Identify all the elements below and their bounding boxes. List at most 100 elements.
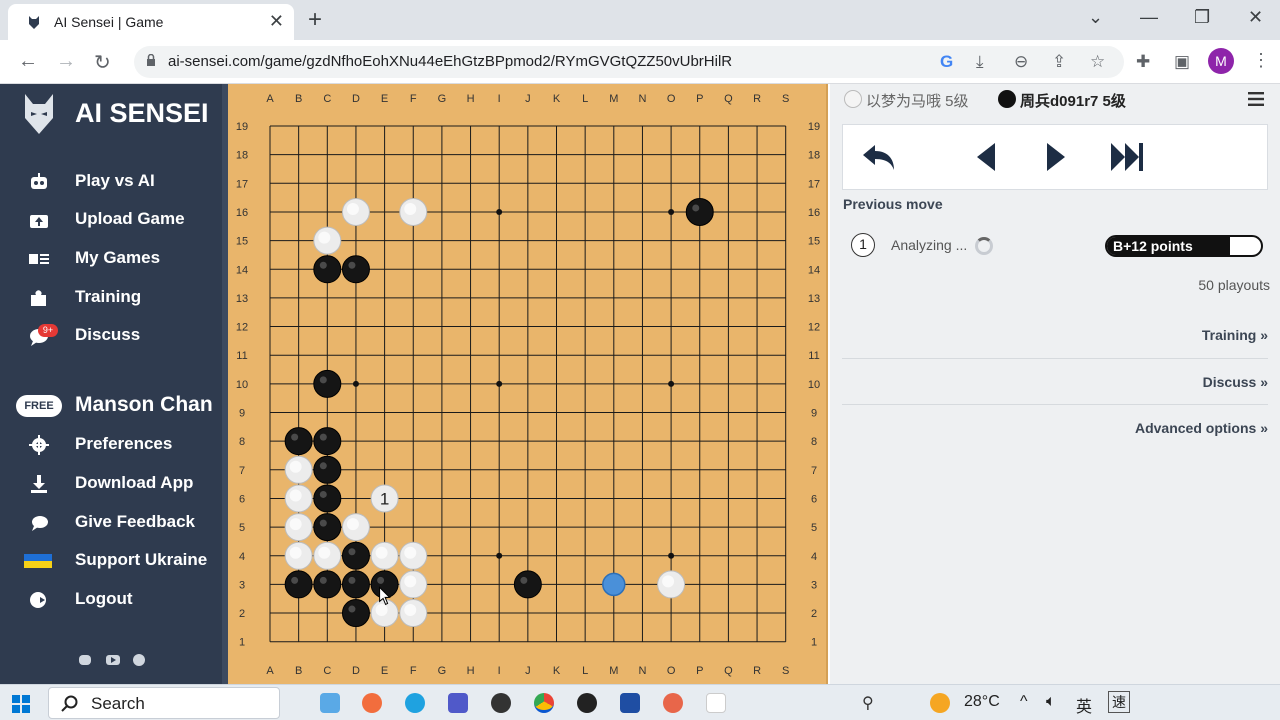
black-stone	[284, 570, 313, 599]
side-panel-icon[interactable]: ▣	[1174, 52, 1190, 72]
app-x-icon[interactable]	[491, 693, 511, 713]
white-stone-highlight	[289, 489, 302, 502]
microphone-icon[interactable]	[663, 693, 683, 713]
firefox-icon[interactable]	[362, 693, 382, 713]
ai-sensei-logo-icon[interactable]	[22, 92, 56, 136]
files-app-icon[interactable]	[320, 693, 340, 713]
tab-close-icon[interactable]: ✕	[269, 11, 284, 32]
tray-chevron-icon[interactable]: ^	[1020, 693, 1028, 711]
ukraine-flag-icon	[24, 554, 52, 568]
analyzing-status: Analyzing ...	[891, 237, 968, 253]
score-text: B+12 points	[1113, 238, 1193, 254]
chrome-icon[interactable]	[534, 693, 554, 713]
windows-start-icon[interactable]	[12, 695, 30, 713]
column-label: L	[582, 93, 588, 105]
profile-avatar[interactable]: M	[1208, 48, 1234, 74]
chrome-menu-icon[interactable]: ⋮	[1252, 50, 1270, 71]
extensions-puzzle-icon[interactable]: ✚	[1136, 52, 1150, 72]
sidebar-item-training[interactable]: Training	[0, 283, 220, 313]
facebook-icon[interactable]	[132, 654, 146, 666]
sidebar-item-upload-game[interactable]: Upload Game	[0, 205, 220, 235]
download-icon	[31, 475, 47, 493]
training-link[interactable]: Training »	[1202, 327, 1268, 343]
discuss-link[interactable]: Discuss »	[1203, 374, 1268, 390]
weather-icon[interactable]	[930, 693, 950, 713]
ai-sensei-favicon-icon	[29, 16, 39, 29]
row-label: 9	[811, 408, 817, 420]
ime-language[interactable]: 英	[1076, 693, 1092, 717]
google-translate-icon[interactable]: G	[940, 52, 953, 72]
black-stone	[313, 455, 342, 484]
brand-title[interactable]: AI SENSEI	[75, 98, 209, 129]
screen-recorder-icon[interactable]	[620, 693, 640, 713]
sidebar-item-download-app[interactable]: Download App	[0, 469, 220, 499]
loading-spinner-icon	[975, 237, 993, 255]
previous-move-icon[interactable]	[967, 137, 1007, 177]
sidebar-item-label: Upload Game	[75, 209, 185, 228]
next-move-icon[interactable]	[1035, 137, 1075, 177]
last-move-icon[interactable]	[1107, 137, 1147, 177]
edge-icon[interactable]	[405, 693, 425, 713]
analysis-panel: 以梦为马哦 5级 周兵d091r7 5级 Previous move 1 Ana…	[830, 84, 1280, 684]
sidebar-item-label: Preferences	[75, 434, 173, 453]
back-arrow-icon[interactable]: ←	[18, 50, 38, 73]
ime-mode[interactable]: 速	[1108, 691, 1130, 713]
new-tab-icon[interactable]: +	[308, 6, 322, 34]
forward-arrow-icon[interactable]: →	[56, 50, 76, 73]
column-label: I	[498, 665, 501, 677]
tab-title: AI Sensei | Game	[54, 14, 164, 30]
discord-icon[interactable]	[78, 654, 92, 666]
column-label: S	[782, 93, 789, 105]
sidebar-item-discuss[interactable]: Discuss	[0, 321, 220, 351]
restore-icon[interactable]: ❐	[1194, 7, 1210, 28]
sidebar-item-label: Give Feedback	[75, 512, 196, 531]
share-icon[interactable]: ⇪	[1052, 52, 1066, 72]
move-number-badge[interactable]: 1	[851, 233, 875, 257]
black-stone-highlight	[291, 576, 299, 584]
office-app-icon[interactable]	[706, 693, 726, 713]
sidebar-item-play-vs-ai[interactable]: Play vs AI	[0, 167, 220, 197]
temperature[interactable]: 28°C	[964, 693, 1000, 711]
browser-toolbar: ← → ↻ ai-sensei.com/game/gzdNfhoEohXNu44…	[0, 40, 1280, 84]
sidebar-item-support-ukraine[interactable]: Support Ukraine	[0, 546, 220, 576]
undo-arrow-icon[interactable]	[859, 137, 899, 177]
install-app-icon[interactable]: ⤓	[976, 52, 984, 72]
sidebar-item-logout[interactable]: Logout	[0, 585, 220, 615]
bookmark-star-icon[interactable]: ☆	[1090, 52, 1105, 72]
panel-menu-icon[interactable]	[1248, 92, 1264, 106]
go-app-icon[interactable]	[577, 693, 597, 713]
sidebar-item-give-feedback[interactable]: Give Feedback	[0, 508, 220, 538]
youtube-icon[interactable]	[106, 654, 120, 666]
black-stone-highlight	[319, 462, 327, 470]
black-stone	[341, 541, 370, 570]
reload-icon[interactable]: ↻	[94, 50, 111, 75]
row-label: 1	[239, 637, 245, 649]
sidebar-item-my-games[interactable]: My Games	[0, 244, 220, 274]
column-label: J	[525, 665, 531, 677]
window-close-icon[interactable]: ✕	[1248, 7, 1263, 28]
column-label: J	[525, 93, 531, 105]
black-stone-highlight	[520, 576, 528, 584]
people-icon[interactable]: ⚲	[862, 693, 882, 713]
zoom-icon[interactable]: ⊖	[1014, 52, 1028, 72]
sidebar-item-preferences[interactable]: Preferences	[0, 430, 220, 460]
row-label: 4	[811, 551, 817, 563]
sidebar-item-label: Training	[75, 287, 142, 306]
advanced-options-link[interactable]: Advanced options »	[1135, 420, 1268, 436]
row-label: 8	[239, 436, 245, 448]
black-stone	[284, 427, 313, 456]
volume-icon[interactable]: 🔈︎	[1046, 693, 1056, 711]
address-bar[interactable]: ai-sensei.com/game/gzdNfhoEohXNu44eEhGtz…	[134, 46, 1124, 78]
browser-tab[interactable]: AI Sensei | Game ✕	[8, 4, 294, 40]
white-stone-highlight	[375, 546, 388, 559]
teams-icon[interactable]	[448, 693, 468, 713]
user-name[interactable]: Manson Chan	[75, 393, 213, 417]
column-label: Q	[724, 93, 733, 105]
tab-search-chevron-icon[interactable]: ⌄	[1088, 7, 1103, 28]
minimize-icon[interactable]: —	[1140, 7, 1158, 28]
go-board[interactable]: AABBCCDDEEFFGGHHIIJJKKLLMMNNOOPPQQRRSS1 1…	[228, 84, 828, 684]
taskbar-search[interactable]: Search	[48, 687, 280, 719]
discuss-count-badge: 9+	[38, 324, 58, 337]
free-plan-badge[interactable]: FREE	[16, 395, 62, 417]
column-label: P	[696, 665, 703, 677]
